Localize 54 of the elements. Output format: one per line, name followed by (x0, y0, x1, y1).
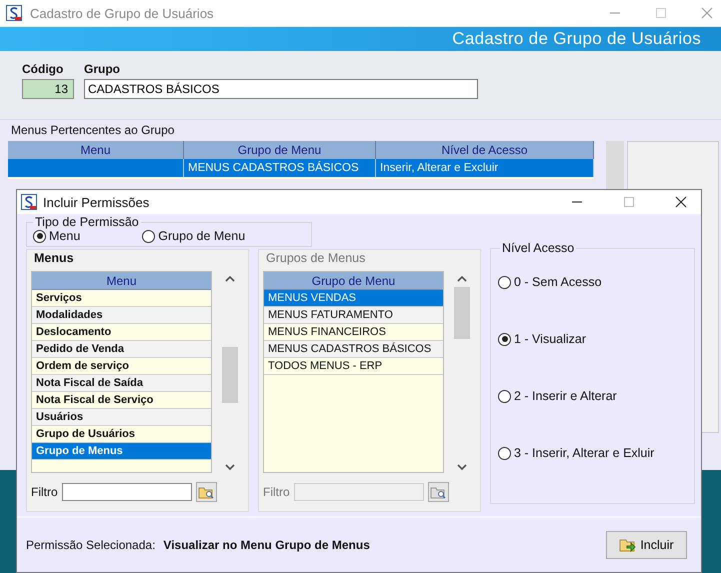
list-item[interactable]: Deslocamento (32, 324, 211, 341)
radio-icon[interactable] (142, 230, 156, 242)
table-cell: MENUS CADASTROS BÁSICOS (184, 159, 376, 177)
filter-field[interactable] (62, 483, 192, 501)
close-icon[interactable] (675, 196, 687, 208)
radio-icon[interactable] (498, 332, 511, 346)
status-value: Visualizar no Menu Grupo de Menus (163, 538, 370, 552)
folder-search-icon (430, 485, 446, 499)
panel-title: Menus (34, 251, 75, 265)
group-title: Tipo de Permissão (34, 215, 140, 229)
window-title: Cadastro de Grupo de Usuários (30, 6, 214, 20)
group-title: Nível Acesso (501, 241, 576, 255)
radio-icon[interactable] (498, 390, 511, 402)
radio-icon[interactable] (498, 276, 511, 288)
radio-option[interactable]: 2 - Inserir e Alterar (498, 389, 688, 403)
scroll-thumb[interactable] (222, 347, 238, 403)
radio-option[interactable]: Grupo de Menu (142, 229, 246, 243)
list-item[interactable]: Pedido de Venda (32, 341, 211, 358)
include-button[interactable]: Incluir (606, 531, 687, 559)
radio-option[interactable]: Menu (33, 229, 80, 243)
list-item[interactable]: Ordem de serviço (32, 358, 211, 375)
app-icon (21, 194, 37, 210)
app-icon (6, 5, 22, 21)
section-title: Menus Pertencentes ao Grupo (10, 123, 176, 137)
code-label: Código (22, 62, 64, 76)
group-label: Grupo (84, 62, 121, 76)
list-item[interactable]: Modalidades (32, 307, 211, 324)
radio-option[interactable]: 1 - Visualizar (498, 332, 688, 346)
dialog-title: Incluir Permissões (43, 194, 150, 210)
column-header[interactable]: Menu (32, 272, 211, 290)
filter-label: Filtro (31, 485, 58, 499)
list-item[interactable]: Serviços (32, 290, 211, 307)
filter-label: Filtro (263, 485, 290, 499)
list-item[interactable]: Grupo de Menus (32, 443, 211, 460)
list-item[interactable]: Grupo de Usuários (32, 426, 211, 443)
scroll-down-icon[interactable] (225, 463, 235, 471)
header-title: Cadastro de Grupo de Usuários (452, 29, 701, 49)
grid-row[interactable]: MENUS CADASTROS BÁSICOS Inserir, Alterar e Excluir (8, 159, 594, 177)
status-label: Permissão Selecionada: (26, 538, 156, 552)
folder-arrow-icon (619, 537, 638, 553)
radio-option[interactable]: 3 - Inserir, Alterar e Exluir (498, 446, 688, 460)
search-button[interactable] (196, 482, 217, 502)
radio-option[interactable]: 0 - Sem Acesso (498, 275, 688, 289)
scroll-up-icon[interactable] (225, 275, 235, 283)
folder-search-icon (198, 485, 214, 499)
list-item[interactable]: Nota Fiscal de Serviço (32, 392, 211, 409)
radio-icon[interactable] (33, 230, 46, 242)
code-field[interactable]: 13 (22, 79, 74, 99)
radio-icon[interactable] (498, 446, 511, 460)
group-field[interactable]: CADASTROS BÁSICOS (84, 79, 478, 99)
panel-title: Grupos de Menus (266, 251, 366, 265)
list-item[interactable]: Usuários (32, 409, 211, 426)
list-item[interactable]: Nota Fiscal de Saída (32, 375, 211, 392)
table-cell: Inserir, Alterar e Excluir (376, 159, 594, 177)
